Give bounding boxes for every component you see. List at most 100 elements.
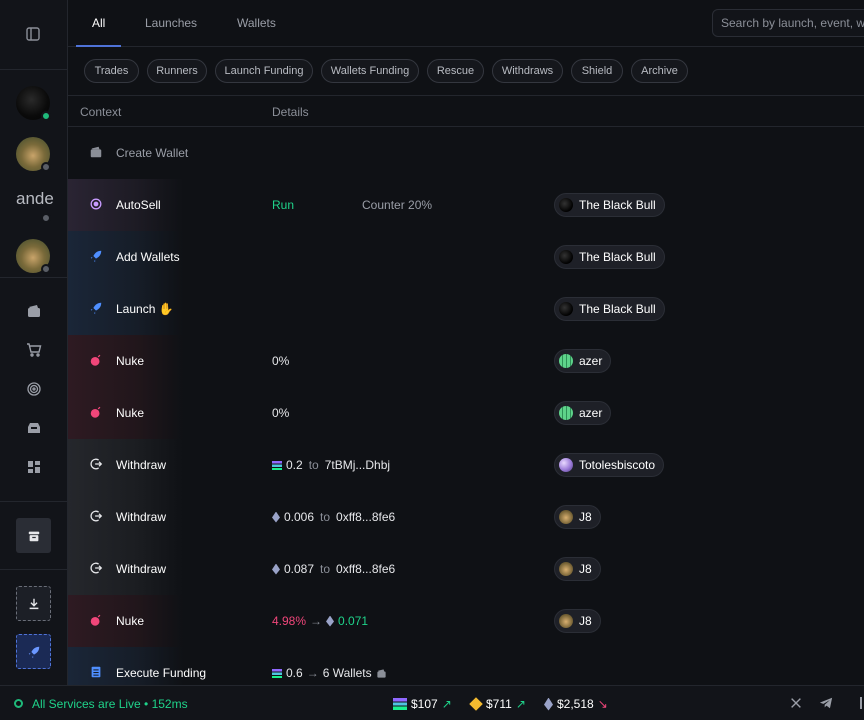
context-label: Launch ✋ — [116, 302, 174, 316]
details-value: 0% — [272, 354, 290, 368]
filter-chip-shield[interactable]: Shield — [571, 59, 623, 83]
account-pill[interactable]: The Black Bull — [554, 245, 665, 269]
address[interactable]: 0xff8...8fe6 — [336, 510, 395, 524]
status-online-dot — [41, 111, 51, 121]
arrow-icon: → — [306, 666, 319, 680]
bomb-icon — [90, 406, 101, 418]
filter-chip-archive[interactable]: Archive — [631, 59, 688, 83]
telegram-icon[interactable] — [819, 696, 833, 710]
table-row[interactable]: Nuke 0% azer — [68, 387, 864, 439]
inbox-icon[interactable] — [26, 420, 42, 436]
account-pill[interactable]: azer — [554, 401, 612, 425]
amount: 0.006 — [284, 510, 315, 524]
download-button[interactable] — [16, 586, 51, 621]
account-name: J8 — [579, 614, 592, 628]
solana-icon — [272, 668, 282, 678]
filter-chip-rescue[interactable]: Rescue — [427, 59, 484, 83]
table-row[interactable]: Withdraw 0.006 to 0xff8...8fe6 J8 — [68, 491, 864, 543]
bnb-icon — [469, 697, 483, 711]
x-twitter-icon[interactable] — [789, 696, 803, 710]
table-header: Context Details — [68, 96, 864, 127]
price-bnb: $711 ↗ — [469, 697, 526, 711]
table-row[interactable]: Withdraw 0.087 to 0xff8...8fe6 J8 — [68, 543, 864, 595]
context-label: Add Wallets — [116, 250, 180, 264]
solana-icon — [393, 698, 407, 710]
sidebar-divider — [0, 569, 68, 570]
table-row[interactable]: Launch ✋ The Black Bull — [68, 283, 864, 335]
launch-button[interactable] — [16, 634, 51, 669]
dashboard-icon[interactable] — [26, 459, 42, 475]
context-label: Create Wallet — [116, 146, 189, 160]
address[interactable]: 0xff8...8fe6 — [336, 562, 395, 576]
ethereum-icon — [272, 563, 280, 575]
account-pill[interactable]: The Black Bull — [554, 193, 665, 217]
account-pill[interactable]: J8 — [554, 609, 601, 633]
target: 6 Wallets — [322, 666, 372, 680]
account-pill[interactable]: azer — [554, 349, 612, 373]
ethereum-icon — [326, 615, 335, 627]
filter-chip-wallets-funding[interactable]: Wallets Funding — [321, 59, 419, 83]
avatar — [559, 406, 573, 420]
filter-chip-trades[interactable]: Trades — [84, 59, 139, 83]
withdraw-details: 0.006 to 0xff8...8fe6 — [272, 510, 395, 524]
account-name: The Black Bull — [579, 302, 656, 316]
to-label: to — [320, 562, 331, 576]
tab-wallets[interactable]: Wallets — [237, 16, 276, 30]
autosell-icon — [90, 198, 102, 210]
tab-launches[interactable]: Launches — [145, 16, 197, 30]
account-name: J8 — [579, 510, 592, 524]
sidebar-divider — [0, 69, 68, 70]
avatar — [559, 614, 573, 628]
rocket-icon — [90, 250, 102, 263]
service-status: All Services are Live • 152ms — [32, 697, 188, 711]
account-pill[interactable]: J8 — [554, 557, 601, 581]
context-label: Nuke — [116, 406, 145, 420]
account-pill[interactable]: J8 — [554, 505, 601, 529]
filter-chips: Trades Runners Launch Funding Wallets Fu… — [68, 47, 864, 96]
trend-down-icon: ↘ — [597, 697, 608, 711]
download-icon — [29, 598, 38, 609]
table-row[interactable]: Add Wallets The Black Bull — [68, 231, 864, 283]
context-label: Execute Funding — [116, 666, 207, 680]
table-row[interactable]: Create Wallet — [68, 127, 864, 179]
account-name: The Black Bull — [579, 198, 656, 212]
funding-icon — [91, 666, 101, 678]
table-row[interactable]: Nuke 0% azer — [68, 335, 864, 387]
sidebar: ande — [0, 0, 68, 685]
wallet-icon[interactable] — [26, 303, 42, 319]
table-row[interactable]: Execute Funding 0.6 → 6 Wallets — [68, 647, 864, 685]
table-row[interactable]: Nuke 4.98% → 0.071 J8 — [68, 595, 864, 647]
price-value: $2,518 — [557, 697, 594, 711]
sidebar-text-item[interactable]: ande — [16, 189, 56, 209]
live-status-icon — [14, 699, 23, 708]
search-input[interactable] — [721, 10, 864, 36]
tab-all[interactable]: All — [92, 16, 105, 30]
archive-button[interactable] — [16, 518, 51, 553]
price-value: $711 — [486, 697, 512, 711]
filter-chip-withdraws[interactable]: Withdraws — [492, 59, 563, 83]
sidebar-divider — [0, 501, 68, 502]
wallet-icon — [376, 668, 386, 678]
fingerprint-icon[interactable] — [26, 381, 42, 397]
nuke-details: 4.98% → 0.071 — [272, 614, 368, 628]
avatar — [559, 510, 573, 524]
filter-chip-runners[interactable]: Runners — [147, 59, 207, 83]
account-pill[interactable]: Totolesbiscoto — [554, 453, 665, 477]
context-label: Withdraw — [116, 562, 167, 576]
details-value: 0% — [272, 406, 290, 420]
sidebar-toggle-icon[interactable] — [25, 26, 41, 42]
table-row[interactable]: AutoSell Run Counter 20% The Black Bull — [68, 179, 864, 231]
account-pill[interactable]: The Black Bull — [554, 297, 665, 321]
cart-icon[interactable] — [26, 342, 42, 358]
trend-up-icon: ↗ — [441, 697, 452, 711]
filter-chip-launch-funding[interactable]: Launch Funding — [215, 59, 313, 83]
table-row[interactable]: Withdraw 0.2 to 7tBMj...Dhbj Totolesbisc… — [68, 439, 864, 491]
price-sol: $107 ↗ — [393, 697, 452, 711]
more-icon[interactable] — [860, 697, 862, 709]
search-box — [712, 9, 864, 37]
account-name: Totolesbiscoto — [579, 458, 656, 472]
address[interactable]: 7tBMj...Dhbj — [325, 458, 390, 472]
tab-bar: All Launches Wallets — [68, 0, 864, 47]
account-name: azer — [579, 354, 603, 368]
context-label: Nuke — [116, 614, 145, 628]
